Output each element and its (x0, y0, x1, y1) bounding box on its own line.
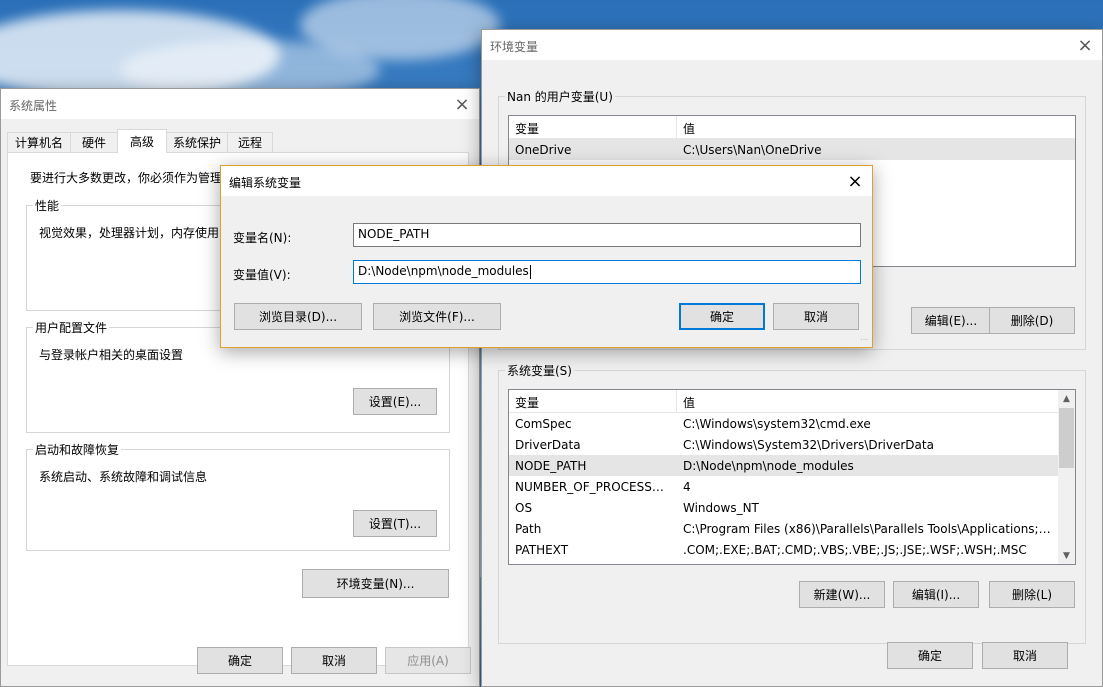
variable-name: PATHEXT (515, 542, 569, 557)
system-variables-scrollbar[interactable]: ▲ ▼ (1058, 390, 1075, 564)
resize-grip-icon[interactable]: ⋯ (860, 335, 870, 345)
list-item[interactable]: NUMBER_OF_PROCESSORS 4 (509, 476, 1058, 497)
variable-value: C:\Windows\system32\cmd.exe (683, 416, 871, 431)
edit-variable-titlebar[interactable]: 编辑系统变量 × (221, 166, 872, 196)
performance-description: 视觉效果，处理器计划，内存使用， (39, 226, 232, 240)
system-variables-rows: ComSpec C:\Windows\system32\cmd.exe Driv… (509, 413, 1058, 560)
variable-value: C:\Program Files (x86)\Parallels\Paralle… (683, 521, 1058, 536)
system-variables-list[interactable]: 变量 值 ComSpec C:\Windows\system32\cmd.exe… (508, 389, 1076, 565)
variable-value: 4 (683, 479, 691, 494)
text-caret (529, 264, 531, 279)
variable-value-input[interactable]: D:\Node\npm\node_modules (353, 260, 861, 284)
user-variables-label: Nan 的用户变量(U) (505, 88, 615, 105)
variable-name-input[interactable]: NODE_PATH (353, 223, 861, 247)
system-new-button[interactable]: 新建(W)... (799, 581, 885, 608)
variable-value-text: D:\Node\npm\node_modules (358, 264, 529, 278)
scroll-thumb[interactable] (1059, 408, 1074, 468)
environment-variables-window: 环境变量 × Nan 的用户变量(U) 变量 值 OneDrive C:\Use… (481, 29, 1103, 687)
list-item[interactable]: OS Windows_NT (509, 497, 1058, 518)
column-header-variable[interactable]: 变量 (509, 390, 677, 412)
list-item[interactable]: DriverData C:\Windows\System32\Drivers\D… (509, 434, 1058, 455)
tab-advanced[interactable]: 高级 (117, 129, 167, 153)
variable-value: C:\Windows\System32\Drivers\DriverData (683, 437, 934, 452)
scroll-down-icon[interactable]: ▼ (1058, 547, 1075, 564)
column-header-value[interactable]: 值 (677, 116, 1075, 138)
scroll-up-icon[interactable]: ▲ (1058, 390, 1075, 407)
list-item[interactable]: Path C:\Program Files (x86)\Parallels\Pa… (509, 518, 1058, 539)
list-item[interactable]: PATHEXT .COM;.EXE;.BAT;.CMD;.VBS;.VBE;.J… (509, 539, 1058, 560)
system-variables-label: 系统变量(S) (505, 362, 574, 379)
column-header-variable[interactable]: 变量 (509, 116, 677, 138)
variable-name: OS (515, 500, 533, 515)
variable-name: OneDrive (515, 142, 572, 157)
sysprops-apply-button[interactable]: 应用(A) (385, 647, 471, 674)
environment-variables-button[interactable]: 环境变量(N)... (302, 569, 449, 598)
user-profile-settings-button[interactable]: 设置(E)... (353, 388, 437, 415)
variable-name-label: 变量名(N): (233, 231, 292, 245)
system-variables-group: 系统变量(S) 变量 值 ComSpec C:\Windows\system32… (498, 362, 1086, 644)
list-item[interactable]: OneDrive C:\Users\Nan\OneDrive (509, 139, 1075, 160)
close-icon[interactable]: × (445, 89, 479, 119)
sysprops-ok-button[interactable]: 确定 (197, 647, 283, 674)
user-profile-description: 与登录帐户相关的桌面设置 (39, 348, 184, 362)
list-item[interactable]: ComSpec C:\Windows\system32\cmd.exe (509, 413, 1058, 434)
envvars-cancel-button[interactable]: 取消 (982, 642, 1068, 669)
tab-remote[interactable]: 远程 (227, 132, 273, 152)
user-delete-button[interactable]: 删除(D) (989, 307, 1075, 334)
variable-value: .COM;.EXE;.BAT;.CMD;.VBS;.VBE;.JS;.JSE;.… (683, 542, 1027, 557)
tab-computer-name[interactable]: 计算机名 (7, 132, 71, 152)
variable-name: NUMBER_OF_PROCESSORS (515, 479, 677, 494)
admin-intro-text: 要进行大多数更改，你必须作为管理 (30, 171, 223, 185)
edit-ok-button[interactable]: 确定 (679, 303, 765, 330)
variable-value-label: 变量值(V): (233, 268, 291, 282)
browse-directory-button[interactable]: 浏览目录(D)... (234, 303, 362, 330)
variable-name: ComSpec (515, 416, 572, 431)
startup-recovery-description: 系统启动、系统故障和调试信息 (39, 470, 208, 484)
system-variables-header: 变量 值 (509, 390, 1058, 413)
startup-recovery-group: 启动和故障恢复 系统启动、系统故障和调试信息 设置(T)... (26, 441, 450, 551)
system-properties-title: 系统属性 (9, 99, 58, 113)
user-variables-header: 变量 值 (509, 116, 1075, 139)
variable-name: DriverData (515, 437, 581, 452)
system-edit-button[interactable]: 编辑(I)... (893, 581, 979, 608)
startup-recovery-settings-button[interactable]: 设置(T)... (353, 510, 437, 537)
environment-variables-client: Nan 的用户变量(U) 变量 值 OneDrive C:\Users\Nan\… (482, 60, 1102, 686)
user-edit-button[interactable]: 编辑(E)... (911, 307, 991, 334)
variable-value: D:\Node\npm\node_modules (683, 458, 854, 473)
edit-system-variable-dialog: 编辑系统变量 × 变量名(N): NODE_PATH 变量值(V): D:\No… (220, 165, 873, 348)
environment-variables-titlebar[interactable]: 环境变量 × (482, 30, 1102, 60)
variable-value: Windows_NT (683, 500, 759, 515)
user-profile-label: 用户配置文件 (33, 319, 110, 336)
environment-variables-title: 环境变量 (490, 40, 539, 54)
browse-file-button[interactable]: 浏览文件(F)... (373, 303, 501, 330)
envvars-ok-button[interactable]: 确定 (887, 642, 973, 669)
column-header-value[interactable]: 值 (677, 390, 1058, 412)
variable-name: NODE_PATH (515, 458, 587, 473)
sysprops-cancel-button[interactable]: 取消 (291, 647, 377, 674)
tab-system-protection[interactable]: 系统保护 (166, 132, 228, 152)
close-icon[interactable]: × (1068, 30, 1102, 60)
edit-cancel-button[interactable]: 取消 (773, 303, 859, 330)
variable-name: Path (515, 521, 542, 536)
variable-value: C:\Users\Nan\OneDrive (683, 142, 822, 157)
tab-hardware[interactable]: 硬件 (70, 132, 118, 152)
performance-label: 性能 (33, 197, 62, 214)
edit-variable-title: 编辑系统变量 (229, 176, 302, 190)
startup-recovery-label: 启动和故障恢复 (33, 441, 122, 458)
close-icon[interactable]: × (838, 166, 872, 196)
list-item[interactable]: NODE_PATH D:\Node\npm\node_modules (509, 455, 1058, 476)
edit-variable-client: 变量名(N): NODE_PATH 变量值(V): D:\Node\npm\no… (221, 196, 872, 347)
system-properties-titlebar[interactable]: 系统属性 × (1, 89, 479, 119)
variable-name-value: NODE_PATH (358, 227, 430, 241)
system-delete-button[interactable]: 删除(L) (989, 581, 1075, 608)
